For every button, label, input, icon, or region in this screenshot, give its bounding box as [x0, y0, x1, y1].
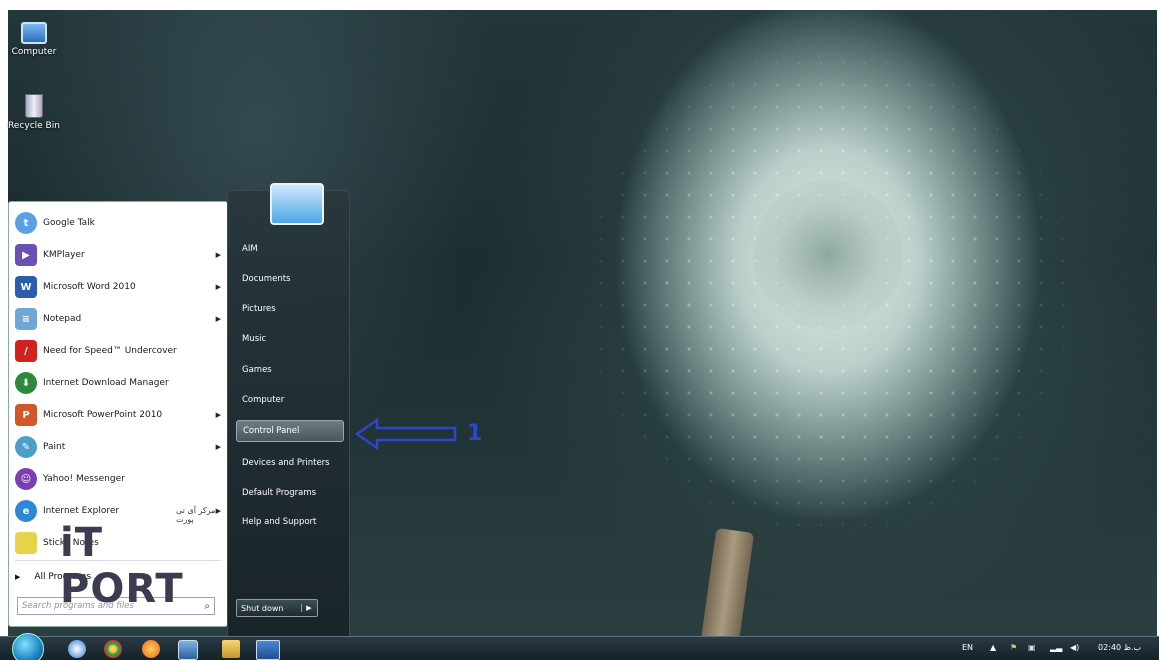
word-taskbar-icon[interactable]	[256, 640, 280, 660]
link-devices-and-printers[interactable]: Devices and Printers	[236, 452, 344, 474]
program-label: Notepad	[43, 314, 82, 324]
start-button-icon[interactable]	[12, 633, 44, 660]
link-control-panel[interactable]: Control Panel	[236, 420, 344, 442]
submenu-arrow-icon: ▶	[215, 283, 221, 291]
frame-top	[0, 0, 1159, 10]
link-music[interactable]: Music	[236, 328, 344, 350]
firefox-icon[interactable]	[142, 640, 160, 658]
submenu-arrow-icon: ▶	[215, 315, 221, 323]
watermark-small-text: مرکز آی تی پورت	[176, 506, 216, 524]
link-label: Documents	[242, 274, 291, 284]
program-item-word[interactable]: W Microsoft Word 2010 ▶	[15, 272, 225, 302]
desktop-icon-computer[interactable]: Computer	[4, 18, 64, 57]
link-documents[interactable]: Documents	[236, 268, 344, 290]
link-help-and-support[interactable]: Help and Support	[236, 511, 344, 533]
link-computer[interactable]: Computer	[236, 389, 344, 411]
desktop-icon-label: Recycle Bin	[8, 121, 60, 131]
link-label: Default Programs	[242, 488, 317, 498]
program-label: Internet Explorer	[43, 506, 120, 516]
program-item-kmplayer[interactable]: ▶ KMPlayer ▶	[15, 240, 225, 270]
link-label: Pictures	[242, 304, 276, 314]
program-item-nfs[interactable]: / Need for Speed™ Undercover	[15, 336, 225, 366]
program-item-idm[interactable]: ⬇ Internet Download Manager	[15, 368, 225, 398]
dandelion-core	[753, 180, 903, 330]
left-arrow-icon	[354, 417, 457, 451]
shutdown-button[interactable]: Shut down ▶	[236, 599, 318, 617]
nfs-icon: /	[15, 340, 37, 362]
annotation-number: 1	[467, 421, 483, 446]
folder-icon[interactable]	[222, 640, 240, 658]
program-label: Paint	[43, 442, 66, 452]
program-item-notepad[interactable]: ≡ Notepad ▶	[15, 304, 225, 334]
submenu-arrow-icon: ▶	[215, 251, 221, 259]
submenu-arrow-icon: ▶	[215, 443, 221, 451]
annotation-arrow: 1	[354, 417, 495, 451]
program-item-google-talk[interactable]: t Google Talk	[15, 208, 225, 238]
program-label: Google Talk	[43, 218, 95, 228]
network-icon[interactable]: ▂▃	[1050, 643, 1062, 652]
link-label: Games	[242, 365, 272, 375]
ie-icon: e	[15, 500, 37, 522]
dandelion-stem	[699, 527, 755, 636]
program-label: Internet Download Manager	[43, 378, 169, 388]
program-label: KMPlayer	[43, 250, 85, 260]
link-label: Computer	[242, 395, 285, 405]
link-label: Help and Support	[242, 517, 317, 527]
link-pictures[interactable]: Pictures	[236, 298, 344, 320]
start-menu-links-pane: AIM Documents Pictures Music Games Compu…	[227, 183, 350, 638]
program-label: Need for Speed™ Undercover	[43, 346, 177, 356]
link-label: Music	[242, 334, 267, 344]
watermark-logo: iT PORT مرکز آی تی پورت	[60, 506, 230, 612]
idm-icon: ⬇	[15, 372, 37, 394]
notepad-icon: ≡	[15, 308, 37, 330]
taskbar: EN ▲ ⚑ ▣ ▂▃ ◀) 02:40 ب.ظ	[0, 633, 1159, 660]
recycle-bin-icon	[25, 94, 43, 118]
sticky-notes-icon	[15, 532, 37, 554]
link-label: Control Panel	[243, 426, 300, 436]
desktop-icon-label: Computer	[11, 47, 57, 57]
media-player-icon[interactable]	[178, 640, 198, 660]
watermark-text: iT PORT	[60, 520, 184, 612]
link-label: Devices and Printers	[242, 458, 330, 468]
kmplayer-icon: ▶	[15, 244, 37, 266]
yahoo-icon: ☺	[15, 468, 37, 490]
word-icon: W	[15, 276, 37, 298]
tray-app-icon[interactable]: ▣	[1028, 643, 1036, 652]
screen: Computer Recycle Bin t Google Talk ▶ KMP…	[0, 0, 1159, 660]
link-default-programs[interactable]: Default Programs	[236, 482, 344, 504]
paint-icon: ✎	[15, 436, 37, 458]
computer-icon	[21, 22, 47, 44]
program-label: Microsoft Word 2010	[43, 282, 136, 292]
clock[interactable]: 02:40 ب.ظ	[1098, 643, 1141, 652]
taskbar-app-icon[interactable]	[68, 640, 86, 658]
submenu-arrow-icon: ▶	[215, 411, 221, 419]
chrome-icon[interactable]	[104, 640, 122, 658]
play-triangle-icon: ▶	[15, 573, 21, 581]
program-item-yahoo[interactable]: ☺ Yahoo! Messenger	[15, 464, 225, 494]
action-center-flag-icon[interactable]: ⚑	[1010, 643, 1017, 652]
program-label: Microsoft PowerPoint 2010	[43, 410, 163, 420]
google-talk-icon: t	[15, 212, 37, 234]
volume-icon[interactable]: ◀)	[1070, 643, 1079, 652]
program-item-paint[interactable]: ✎ Paint ▶	[15, 432, 225, 462]
program-item-powerpoint[interactable]: P Microsoft PowerPoint 2010 ▶	[15, 400, 225, 430]
link-aim[interactable]: AIM	[236, 238, 344, 260]
show-hidden-icons-icon[interactable]: ▲	[990, 643, 996, 652]
program-label: Yahoo! Messenger	[43, 474, 125, 484]
desktop-icon-recycle-bin[interactable]: Recycle Bin	[4, 94, 64, 131]
shutdown-label: Shut down	[241, 603, 284, 613]
link-label: AIM	[242, 244, 258, 254]
shutdown-options-arrow-icon[interactable]: ▶	[301, 604, 316, 612]
user-picture-icon[interactable]	[270, 183, 324, 225]
link-games[interactable]: Games	[236, 359, 344, 381]
powerpoint-icon: P	[15, 404, 37, 426]
language-indicator[interactable]: EN	[962, 643, 973, 652]
